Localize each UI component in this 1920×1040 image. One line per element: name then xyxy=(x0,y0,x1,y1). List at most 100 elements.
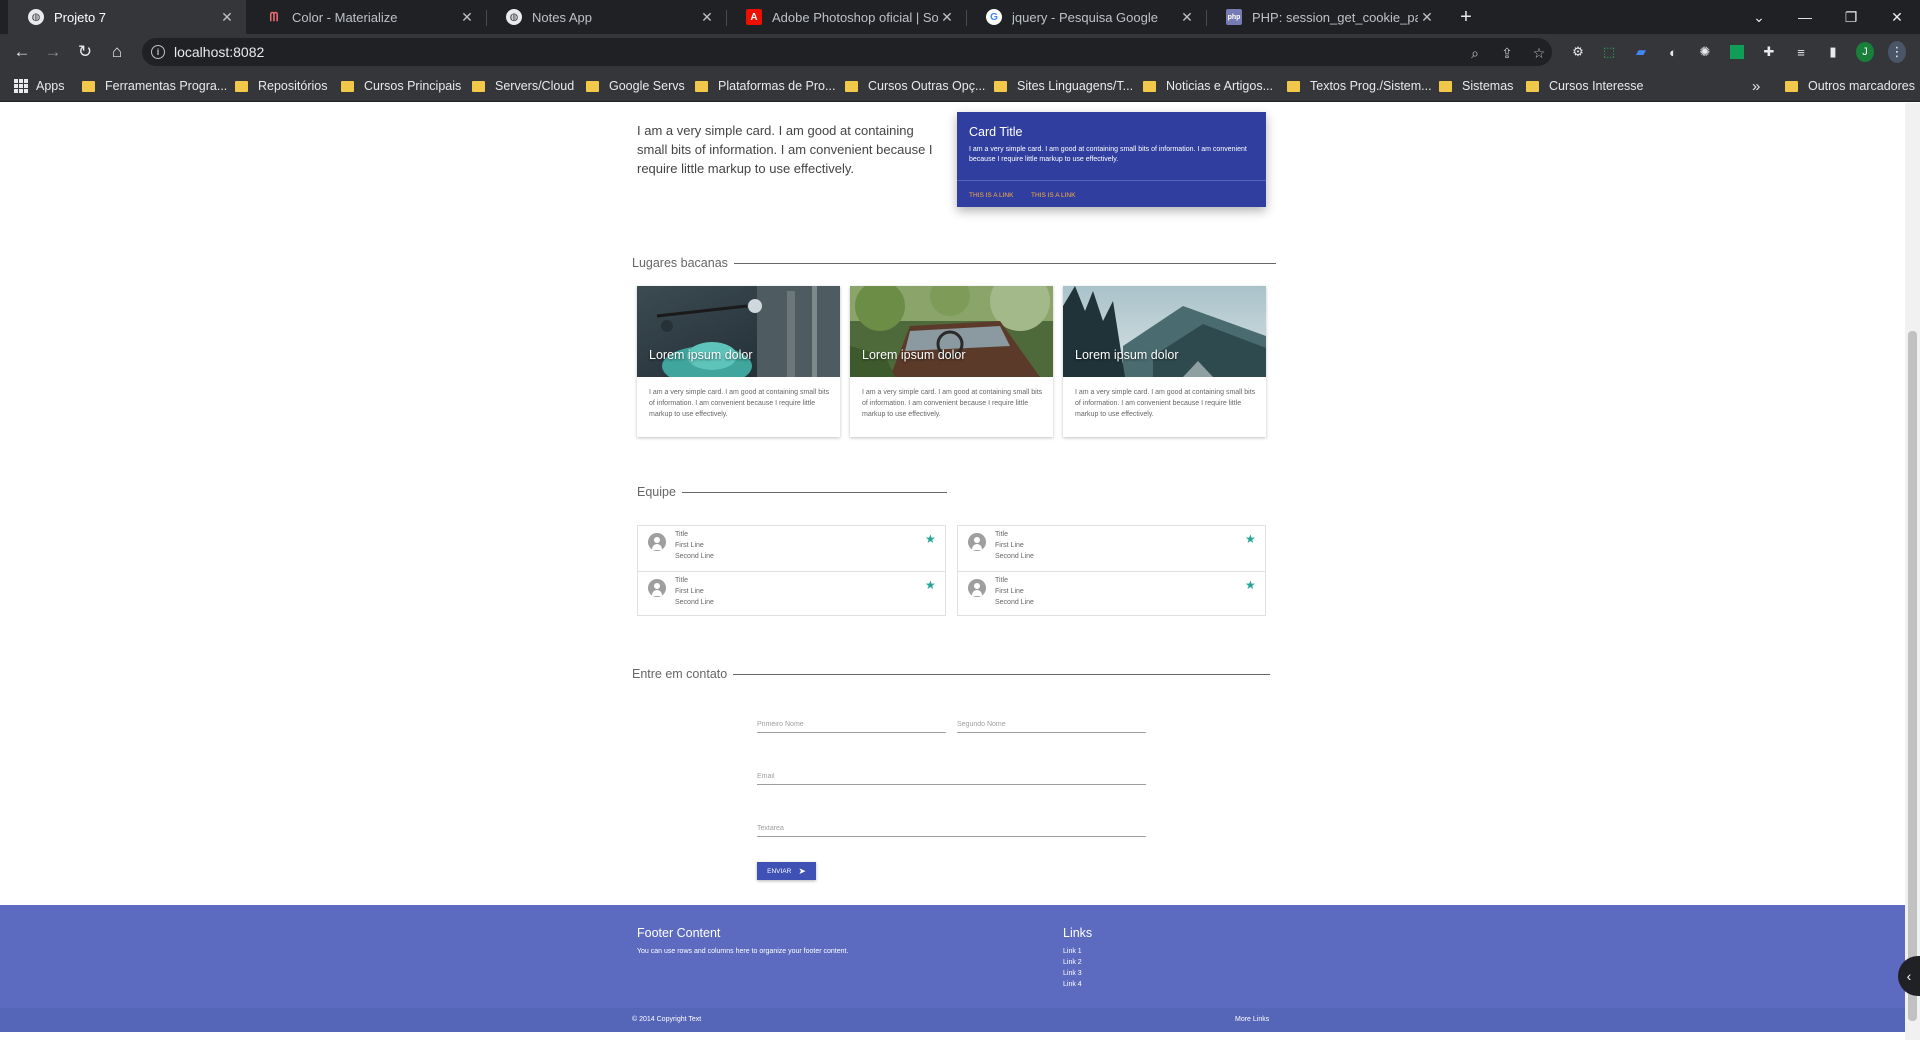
bookmark-folder[interactable]: Sites Linguagens/T... xyxy=(994,76,1133,96)
email-input[interactable] xyxy=(757,767,1146,780)
bookmark-apps[interactable]: Apps xyxy=(14,76,65,96)
page-scrollbar[interactable] xyxy=(1905,103,1920,1040)
bookmark-folder[interactable]: Textos Prog./Sistem... xyxy=(1287,76,1432,96)
bookmark-label: Plataformas de Pro... xyxy=(718,79,836,93)
folder-icon xyxy=(695,80,708,92)
gear-icon[interactable]: ⚙ xyxy=(1569,43,1587,61)
dark-mode-icon[interactable]: ◐ xyxy=(1664,43,1682,61)
card-divider xyxy=(957,180,1266,181)
bookmark-folder[interactable]: Cursos Interesse xyxy=(1526,76,1643,96)
card-link[interactable]: This is a link xyxy=(1031,192,1075,199)
bookmark-label: Sites Linguagens/T... xyxy=(1017,79,1134,93)
star-icon[interactable]: ★ xyxy=(1245,532,1256,546)
menu-icon[interactable]: ⋮ xyxy=(1888,41,1906,63)
close-icon[interactable]: ✕ xyxy=(1178,8,1196,26)
bookmark-folder[interactable]: Google Servs xyxy=(586,76,685,96)
tab-notes-app[interactable]: ◍ Notes App ✕ xyxy=(486,0,726,34)
avatar[interactable]: J xyxy=(1856,42,1874,62)
list-item[interactable]: Title First Line Second Line ★ xyxy=(638,526,945,571)
address-bar[interactable]: i localhost:8082 ⌕ ⇪ ☆ xyxy=(142,38,1552,66)
new-tab-button[interactable]: + xyxy=(1454,5,1478,29)
close-icon[interactable]: ✕ xyxy=(1418,8,1436,26)
tab-title: Color - Materialize xyxy=(292,9,398,25)
restore-button[interactable]: ❐ xyxy=(1828,0,1874,34)
forward-button[interactable]: → xyxy=(41,40,65,64)
bookmarks-overflow-button[interactable]: » xyxy=(1752,76,1760,96)
section-divider xyxy=(733,673,1271,675)
first-name-input[interactable] xyxy=(757,715,946,728)
tab-title: Notes App xyxy=(532,9,592,25)
site-info-icon[interactable]: i xyxy=(151,45,165,59)
bookmark-folder[interactable]: Repositórios xyxy=(235,76,327,96)
share-icon[interactable]: ⇪ xyxy=(1498,44,1516,62)
bookmark-label: Google Servs xyxy=(609,79,685,93)
tab-adobe-photoshop[interactable]: A Adobe Photoshop oficial | Softw ✕ xyxy=(726,0,966,34)
star-icon[interactable]: ★ xyxy=(925,578,936,592)
place-card-text: I am a very simple card. I am good at co… xyxy=(649,389,830,418)
footer-link[interactable]: Link 2 xyxy=(1063,959,1082,966)
close-icon[interactable]: ✕ xyxy=(698,8,716,26)
bookmark-folder[interactable]: Ferramentas Progra... xyxy=(82,76,227,96)
close-icon[interactable]: ✕ xyxy=(938,8,956,26)
person-icon xyxy=(968,533,986,551)
tab-projeto-7[interactable]: ◍ Projeto 7 ✕ xyxy=(8,0,246,34)
bookmark-folder[interactable]: Cursos Outras Opç... xyxy=(845,76,985,96)
footer-link[interactable]: Link 1 xyxy=(1063,948,1082,955)
bookmark-folder[interactable]: Sistemas xyxy=(1439,76,1513,96)
footer-links-title: Links xyxy=(1063,926,1093,940)
intro-card-text: I am a very simple card. I am good at co… xyxy=(637,123,933,176)
folder-icon xyxy=(82,80,95,92)
list-item[interactable]: Title First Line Second Line ★ xyxy=(958,571,1265,616)
green-extension-icon[interactable] xyxy=(1728,43,1746,61)
folder-icon xyxy=(845,80,858,92)
extension-icon[interactable]: ▰ xyxy=(1632,43,1650,61)
star-icon[interactable]: ★ xyxy=(925,532,936,546)
other-bookmarks[interactable]: Outros marcadores xyxy=(1785,76,1915,96)
list-item[interactable]: Title First Line Second Line ★ xyxy=(638,571,945,616)
textarea-input[interactable] xyxy=(757,819,1146,832)
zoom-icon[interactable]: ⌕ xyxy=(1466,44,1484,62)
reload-button[interactable]: ↻ xyxy=(73,40,97,64)
list-item[interactable]: Title First Line Second Line ★ xyxy=(958,526,1265,571)
bookmark-star-icon[interactable]: ☆ xyxy=(1530,44,1548,62)
back-button[interactable]: ← xyxy=(10,40,34,64)
submit-button[interactable]: Enviar ➤ xyxy=(757,862,816,880)
tab-search-button[interactable]: ⌄ xyxy=(1736,0,1782,34)
card-text: I am a very simple card. I am good at co… xyxy=(969,146,1247,163)
last-name-field[interactable] xyxy=(957,713,1146,733)
screenshot-extension-icon[interactable]: ⬚ xyxy=(1600,43,1618,61)
star-icon[interactable]: ★ xyxy=(1245,578,1256,592)
place-card-title: Lorem ipsum dolor xyxy=(1075,348,1179,362)
last-name-input[interactable] xyxy=(957,715,1146,728)
scooter-street-image xyxy=(637,286,840,377)
scrollbar-thumb[interactable] xyxy=(1908,331,1917,1021)
close-window-button[interactable]: ✕ xyxy=(1874,0,1920,34)
tab-jquery-google[interactable]: G jquery - Pesquisa Google ✕ xyxy=(966,0,1206,34)
puzzle-icon[interactable]: ✚ xyxy=(1760,43,1778,61)
footer-link[interactable]: Link 4 xyxy=(1063,981,1082,988)
textarea-field[interactable] xyxy=(757,817,1146,837)
bookmark-folder[interactable]: Servers/Cloud xyxy=(472,76,574,96)
minimize-button[interactable]: — xyxy=(1782,0,1828,34)
adobe-icon: A xyxy=(746,9,762,25)
close-icon[interactable]: ✕ xyxy=(218,8,236,26)
bookmark-folder[interactable]: Plataformas de Pro... xyxy=(695,76,835,96)
tab-materialize[interactable]: ᗰ Color - Materialize ✕ xyxy=(246,0,486,34)
side-panel-icon[interactable]: ▮ xyxy=(1824,43,1842,61)
bookmark-folder[interactable]: Noticias e Artigos... xyxy=(1143,76,1273,96)
react-devtools-icon[interactable]: ✺ xyxy=(1696,43,1714,61)
email-field[interactable] xyxy=(757,765,1146,785)
section-title-team: Equipe xyxy=(637,485,947,499)
close-icon[interactable]: ✕ xyxy=(458,8,476,26)
folder-icon xyxy=(1439,80,1452,92)
reading-list-icon[interactable]: ≡ xyxy=(1792,43,1810,61)
home-button[interactable]: ⌂ xyxy=(105,40,129,64)
bookmark-folder[interactable]: Cursos Principais xyxy=(341,76,461,96)
tab-php-session[interactable]: php PHP: session_get_cookie_params ✕ xyxy=(1206,0,1446,34)
card-link[interactable]: This is a link xyxy=(969,192,1013,199)
footer-link[interactable]: Link 3 xyxy=(1063,970,1082,977)
more-links-link[interactable]: More Links xyxy=(1235,1016,1269,1023)
item-first-line: First Line xyxy=(995,542,1024,549)
url-text[interactable]: localhost:8082 xyxy=(174,44,264,60)
first-name-field[interactable] xyxy=(757,713,946,733)
